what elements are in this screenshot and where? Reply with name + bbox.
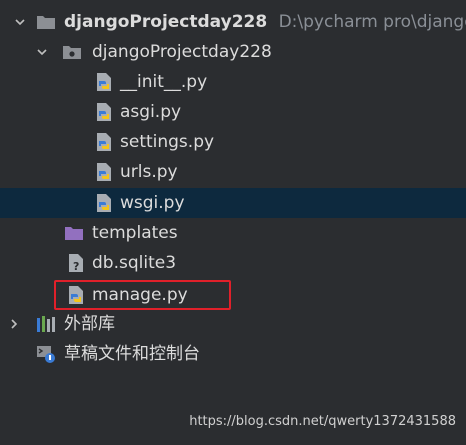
templates-row[interactable]: templates — [0, 218, 466, 248]
python-file-icon — [94, 102, 114, 122]
file-row[interactable]: settings.py — [0, 127, 466, 157]
scratches-row[interactable]: 草稿文件和控制台 — [0, 339, 466, 369]
file-row-selected[interactable]: wsgi.py — [0, 188, 466, 218]
package-folder-icon — [62, 42, 82, 62]
file-name: settings.py — [120, 132, 215, 152]
unknown-file-icon: ? — [66, 253, 86, 273]
python-file-icon — [94, 193, 114, 213]
folder-icon — [36, 12, 56, 32]
file-row[interactable]: asgi.py — [0, 97, 466, 127]
chevron-down-icon[interactable] — [12, 14, 28, 30]
scratches-icon — [36, 344, 56, 364]
library-icon — [36, 314, 56, 334]
scratches-label: 草稿文件和控制台 — [64, 344, 200, 364]
file-row[interactable]: urls.py — [0, 157, 466, 187]
project-path: D:\pycharm pro\django — [278, 12, 466, 32]
external-libraries-label: 外部库 — [64, 314, 115, 334]
file-name: urls.py — [120, 162, 178, 182]
templates-label: templates — [92, 223, 178, 243]
file-name: wsgi.py — [120, 193, 185, 213]
watermark-text: https://blog.csdn.net/qwerty1372431588 — [189, 414, 456, 429]
python-file-icon — [94, 162, 114, 182]
file-name: asgi.py — [120, 102, 182, 122]
db-label: db.sqlite3 — [92, 253, 177, 273]
file-name: __init__.py — [120, 72, 208, 92]
templates-folder-icon — [64, 223, 84, 243]
svg-text:?: ? — [73, 260, 79, 273]
chevron-down-icon[interactable] — [34, 44, 50, 60]
highlight-box — [54, 280, 231, 310]
project-name: djangoProjectday228 — [64, 12, 268, 32]
package-row[interactable]: djangoProjectday228 — [0, 37, 466, 67]
project-root-row[interactable]: djangoProjectday228 D:\pycharm pro\djang… — [0, 7, 466, 37]
python-file-icon — [94, 72, 114, 92]
chevron-right-icon[interactable] — [6, 316, 22, 332]
file-row[interactable]: __init__.py — [0, 67, 466, 97]
external-libraries-row[interactable]: 外部库 — [0, 309, 466, 339]
package-name: djangoProjectday228 — [92, 42, 272, 62]
python-file-icon — [94, 132, 114, 152]
db-row[interactable]: ? db.sqlite3 — [0, 248, 466, 278]
